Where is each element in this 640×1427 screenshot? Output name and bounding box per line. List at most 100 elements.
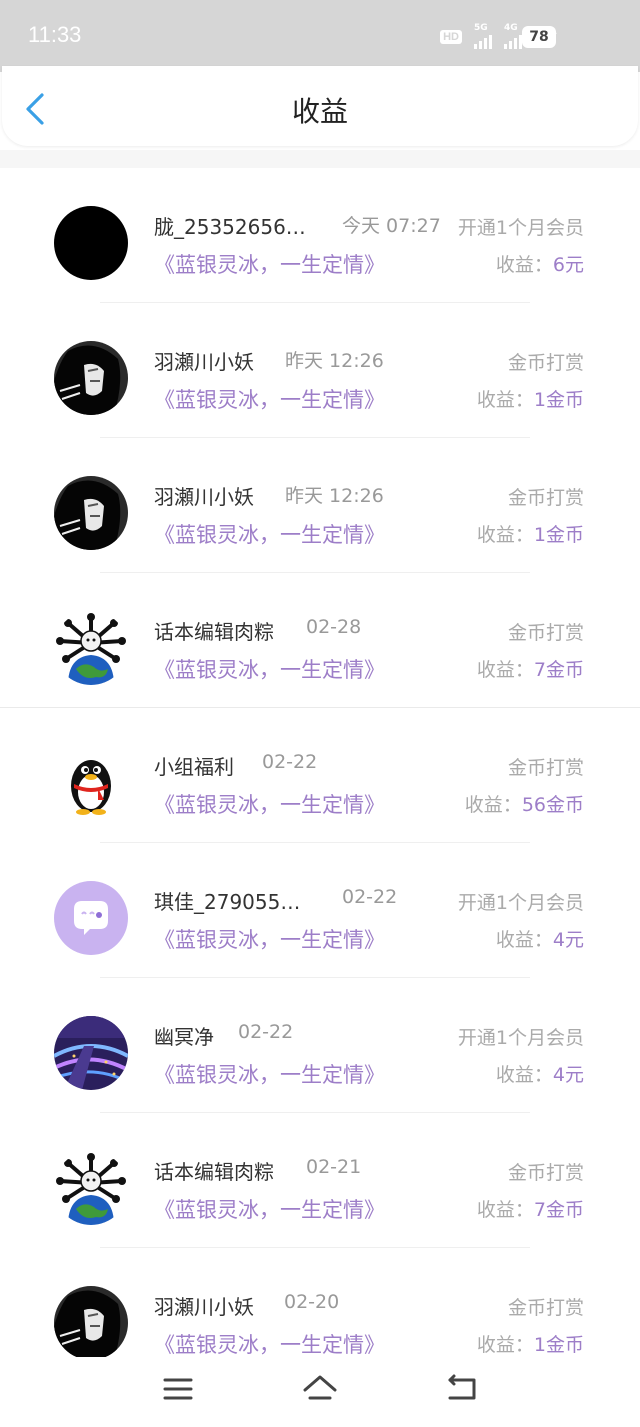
record-date: 02-21 bbox=[306, 1156, 362, 1178]
earnings: 收益：1金币 bbox=[477, 520, 584, 547]
earnings-label: 收益： bbox=[476, 1334, 534, 1356]
virus-globe-icon bbox=[56, 1153, 126, 1225]
avatar[interactable] bbox=[54, 206, 128, 280]
record-type: 开通1个月会员 bbox=[457, 892, 584, 914]
user-name: 胧_25352656… bbox=[154, 215, 306, 239]
earnings-value: 6元 bbox=[552, 254, 584, 276]
avatar[interactable] bbox=[54, 746, 128, 820]
avatar[interactable] bbox=[54, 1016, 128, 1090]
avatar[interactable] bbox=[54, 476, 128, 550]
list-item[interactable]: 话本编辑肉粽 02-21 金币打赏 《蓝银灵冰，一生定情》 收益：7金币 bbox=[0, 1113, 640, 1248]
book-title[interactable]: 《蓝银灵冰，一生定情》 bbox=[154, 384, 385, 414]
earnings-label: 收益： bbox=[495, 929, 553, 951]
night-highway-icon bbox=[54, 1016, 128, 1090]
menu-icon[interactable] bbox=[158, 1371, 198, 1407]
user-name: 话本编辑肉粽 bbox=[154, 1160, 274, 1184]
record-type: 金币打赏 bbox=[507, 757, 584, 779]
hd-icon: HD bbox=[440, 29, 462, 44]
book-title[interactable]: 《蓝银灵冰，一生定情》 bbox=[154, 1329, 385, 1359]
record-type: 开通1个月会员 bbox=[457, 217, 584, 239]
earnings-value: 56金币 bbox=[521, 794, 584, 816]
book-title[interactable]: 《蓝银灵冰，一生定情》 bbox=[154, 1059, 385, 1089]
list-item[interactable]: 话本编辑肉粽 02-28 金币打赏 《蓝银灵冰，一生定情》 收益：7金币 bbox=[0, 573, 640, 708]
record-type: 金币打赏 bbox=[507, 1297, 584, 1319]
avatar[interactable] bbox=[54, 341, 128, 415]
user-name: 琪佳_279055… bbox=[154, 890, 301, 914]
list-item[interactable]: 羽瀬川小妖 昨天 12:26 金币打赏 《蓝银灵冰，一生定情》 收益：1金币 bbox=[0, 303, 640, 438]
list-item[interactable]: 琪佳_279055… 02-22 开通1个月会员 《蓝银灵冰，一生定情》 收益：… bbox=[0, 843, 640, 978]
earnings: 收益：4元 bbox=[496, 925, 584, 952]
record-date: 02-22 bbox=[238, 1021, 294, 1043]
list-item[interactable]: 幽冥净 02-22 开通1个月会员 《蓝银灵冰，一生定情》 收益：4元 bbox=[0, 978, 640, 1113]
earnings: 收益：4元 bbox=[496, 1060, 584, 1087]
earnings-label: 收益： bbox=[476, 389, 534, 411]
earnings-label: 收益： bbox=[476, 1199, 534, 1221]
avatar[interactable] bbox=[54, 1151, 128, 1225]
back-icon[interactable] bbox=[442, 1371, 482, 1407]
user-name: 幽冥净 bbox=[154, 1025, 214, 1049]
earnings-value: 4元 bbox=[552, 929, 584, 951]
avatar[interactable] bbox=[54, 1286, 128, 1360]
record-date: 02-22 bbox=[342, 886, 398, 908]
home-icon[interactable] bbox=[300, 1371, 340, 1407]
battery-icon: 78 bbox=[522, 26, 556, 48]
record-type: 开通1个月会员 bbox=[457, 1027, 584, 1049]
earnings-label: 收益： bbox=[464, 794, 522, 816]
status-time: 11:33 bbox=[28, 22, 82, 47]
user-name: 羽瀬川小妖 bbox=[154, 485, 254, 509]
record-date: 02-20 bbox=[284, 1291, 340, 1313]
earnings-label: 收益： bbox=[495, 254, 553, 276]
record-type: 金币打赏 bbox=[507, 1162, 584, 1184]
record-date: 02-28 bbox=[306, 616, 362, 638]
book-title[interactable]: 《蓝银灵冰，一生定情》 bbox=[154, 789, 385, 819]
earnings: 收益：1金币 bbox=[477, 385, 584, 412]
earnings-value: 1金币 bbox=[533, 1334, 584, 1356]
list-item[interactable]: 小组福利 02-22 金币打赏 《蓝银灵冰，一生定情》 收益：56金币 bbox=[0, 708, 640, 843]
avatar[interactable] bbox=[54, 881, 128, 955]
record-date: 昨天 12:26 bbox=[285, 485, 384, 507]
earnings: 收益：7金币 bbox=[477, 1195, 584, 1222]
penguin-icon bbox=[71, 760, 111, 815]
earnings-label: 收益： bbox=[476, 659, 534, 681]
user-name: 羽瀬川小妖 bbox=[154, 350, 254, 374]
user-name: 小组福利 bbox=[154, 755, 234, 779]
page-title: 收益 bbox=[291, 95, 348, 128]
record-date: 今天 07:27 bbox=[342, 215, 441, 237]
section-gap bbox=[0, 150, 640, 168]
record-type: 金币打赏 bbox=[507, 487, 584, 509]
avatar[interactable] bbox=[54, 611, 128, 685]
virus-globe-icon bbox=[56, 613, 126, 685]
earnings: 收益：7金币 bbox=[477, 655, 584, 682]
earnings: 收益：6元 bbox=[496, 250, 584, 277]
book-title[interactable]: 《蓝银灵冰，一生定情》 bbox=[154, 1194, 385, 1224]
status-bar: 11:33 HD 5G 4G 78 bbox=[0, 0, 640, 72]
hooded-figure-icon bbox=[54, 476, 128, 550]
system-nav-bar bbox=[0, 1357, 640, 1427]
chat-bubble-icon bbox=[74, 901, 108, 935]
book-title[interactable]: 《蓝银灵冰，一生定情》 bbox=[154, 249, 385, 279]
earnings-value: 1金币 bbox=[533, 524, 584, 546]
book-title[interactable]: 《蓝银灵冰，一生定情》 bbox=[154, 654, 385, 684]
hooded-figure-icon bbox=[54, 1286, 128, 1360]
user-name: 话本编辑肉粽 bbox=[154, 620, 274, 644]
earnings: 收益：56金币 bbox=[465, 790, 584, 817]
record-type: 金币打赏 bbox=[507, 622, 584, 644]
hooded-figure-icon bbox=[54, 341, 128, 415]
book-title[interactable]: 《蓝银灵冰，一生定情》 bbox=[154, 924, 385, 954]
earnings-value: 1金币 bbox=[533, 389, 584, 411]
earnings-label: 收益： bbox=[476, 524, 534, 546]
book-title[interactable]: 《蓝银灵冰，一生定情》 bbox=[154, 519, 385, 549]
list-item[interactable]: 胧_25352656… 今天 07:27 开通1个月会员 《蓝银灵冰，一生定情》… bbox=[0, 168, 640, 303]
signal-5g-icon: 5G bbox=[474, 24, 492, 49]
user-name: 羽瀬川小妖 bbox=[154, 1295, 254, 1319]
list-item[interactable]: 羽瀬川小妖 昨天 12:26 金币打赏 《蓝银灵冰，一生定情》 收益：1金币 bbox=[0, 438, 640, 573]
earnings-value: 7金币 bbox=[533, 659, 584, 681]
header: 收益 bbox=[2, 66, 638, 146]
earnings: 收益：1金币 bbox=[477, 1330, 584, 1357]
earnings-value: 7金币 bbox=[533, 1199, 584, 1221]
earnings-value: 4元 bbox=[552, 1064, 584, 1086]
record-date: 昨天 12:26 bbox=[285, 350, 384, 372]
record-date: 02-22 bbox=[262, 751, 318, 773]
signal-4g-icon: 4G bbox=[504, 24, 522, 49]
record-type: 金币打赏 bbox=[507, 352, 584, 374]
